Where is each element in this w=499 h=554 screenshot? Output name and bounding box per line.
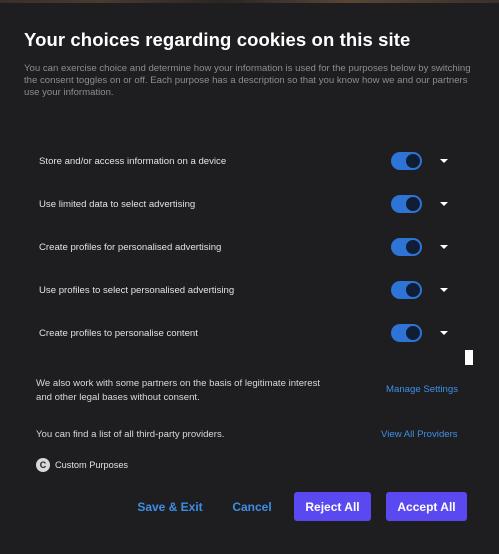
- purpose-label: Create profiles to personalise content: [39, 328, 198, 339]
- dialog-description: You can exercise choice and determine ho…: [24, 63, 471, 98]
- chevron-down-icon[interactable]: [440, 159, 448, 163]
- consent-toggle[interactable]: [391, 324, 422, 342]
- purpose-item: Store and/or access information on a dev…: [24, 140, 460, 183]
- dialog-title: Your choices regarding cookies on this s…: [24, 29, 411, 50]
- custom-purposes-icon: C: [36, 458, 50, 472]
- toggle-knob: [406, 154, 420, 168]
- toggle-knob: [406, 240, 420, 254]
- background-image-strip: [0, 0, 499, 3]
- consent-toggle[interactable]: [391, 238, 422, 256]
- chevron-down-icon[interactable]: [440, 245, 448, 249]
- manage-settings-link[interactable]: Manage Settings: [386, 384, 458, 395]
- purpose-list: Store and/or access information on a dev…: [24, 140, 460, 355]
- custom-purposes-item[interactable]: C Custom Purposes: [36, 458, 128, 472]
- view-all-providers-link[interactable]: View All Providers: [381, 429, 458, 440]
- purpose-item: Create profiles for personalised adverti…: [24, 226, 460, 269]
- purpose-label: Use limited data to select advertising: [39, 199, 196, 210]
- scrollbar-thumb[interactable]: [465, 350, 473, 365]
- consent-toggle[interactable]: [391, 152, 422, 170]
- chevron-down-icon[interactable]: [440, 331, 448, 335]
- providers-text: You can find a list of all third-party p…: [36, 429, 225, 440]
- purpose-item: Create profiles to personalise content: [24, 312, 460, 355]
- toggle-knob: [406, 197, 420, 211]
- cancel-button[interactable]: Cancel: [226, 492, 278, 521]
- purpose-label: Create profiles for personalised adverti…: [39, 242, 222, 253]
- purpose-item: Use profiles to select personalised adve…: [24, 269, 460, 312]
- consent-toggle[interactable]: [391, 195, 422, 213]
- purpose-label: Store and/or access information on a dev…: [39, 156, 227, 167]
- custom-purposes-label: Custom Purposes: [55, 460, 129, 470]
- chevron-down-icon[interactable]: [440, 202, 448, 206]
- purpose-item: Use limited data to select advertising: [24, 183, 460, 226]
- toggle-knob: [406, 326, 420, 340]
- reject-all-button[interactable]: Reject All: [294, 492, 371, 521]
- legitimate-interest-text: We also work with some partners on the b…: [36, 378, 321, 403]
- save-exit-button[interactable]: Save & Exit: [131, 492, 209, 521]
- toggle-knob: [406, 283, 420, 297]
- consent-toggle[interactable]: [391, 281, 422, 299]
- accept-all-button[interactable]: Accept All: [386, 492, 467, 521]
- chevron-down-icon[interactable]: [440, 288, 448, 292]
- purpose-label: Use profiles to select personalised adve…: [39, 285, 235, 296]
